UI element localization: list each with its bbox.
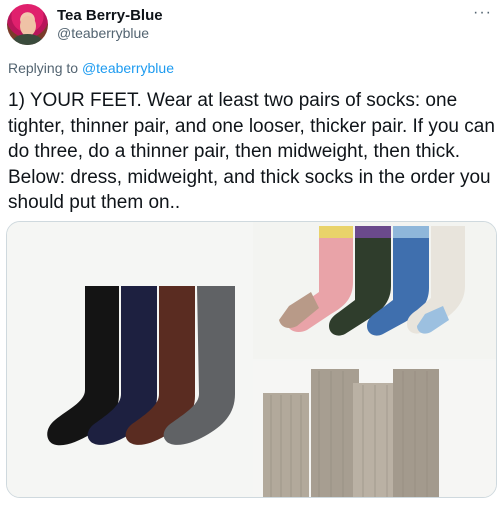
replying-to-line: Replying to @teaberryblue (8, 60, 174, 76)
thick-socks-image[interactable] (253, 361, 496, 497)
thick-sock-4 (393, 369, 439, 497)
thick-sock-1 (263, 393, 309, 497)
avatar-face (20, 16, 36, 36)
replying-to-label: Replying to (8, 60, 79, 76)
media-grid (6, 221, 497, 498)
thick-sock-2 (311, 369, 359, 497)
more-options-icon[interactable]: ··· (473, 4, 492, 22)
author-handle[interactable]: @teaberryblue (57, 25, 149, 41)
avatar[interactable] (7, 4, 48, 45)
author-display-name[interactable]: Tea Berry-Blue (57, 7, 163, 24)
reply-mention-link[interactable]: @teaberryblue (82, 60, 174, 76)
midweight-socks-image[interactable] (253, 222, 496, 359)
tweet-text: 1) YOUR FEET. Wear at least two pairs of… (8, 90, 495, 213)
avatar-shoulders (12, 34, 43, 45)
dress-socks-image[interactable] (7, 222, 251, 497)
